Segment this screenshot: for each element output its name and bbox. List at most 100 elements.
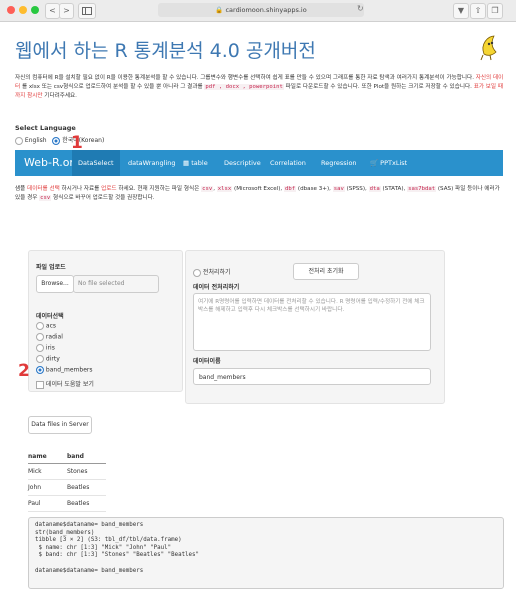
- language-label: Select Language: [15, 124, 76, 132]
- close-window-button[interactable]: [7, 6, 15, 14]
- table-cell: Mick: [28, 463, 67, 480]
- address-bar[interactable]: 🔒 cardiomoon.shinyapps.io: [158, 3, 364, 17]
- browse-button[interactable]: Browse...: [36, 275, 74, 293]
- tab-table[interactable]: ▦ table: [183, 150, 208, 176]
- note-text: 샘플: [15, 186, 26, 192]
- reload-icon[interactable]: ↻: [357, 4, 364, 13]
- data-help-label: 데이터 도움말 보기: [45, 381, 94, 388]
- share-icon[interactable]: ⇧: [470, 3, 486, 19]
- radio-icon[interactable]: [36, 344, 44, 352]
- table-row: John Beatles: [28, 479, 106, 496]
- forward-button[interactable]: >: [59, 3, 74, 19]
- zoom-window-button[interactable]: [31, 6, 39, 14]
- tab-pptxlist[interactable]: 🛒 PPTxList: [370, 150, 407, 176]
- table-cell: Paul: [28, 495, 67, 512]
- dataset-option-radial[interactable]: radial: [36, 333, 63, 341]
- table-cell: Stones: [67, 463, 106, 480]
- main-navbar: Web-R.org DataSelect dataWrangling ▦ tab…: [15, 150, 503, 176]
- url-text: cardiomoon.shinyapps.io: [225, 6, 307, 14]
- table-header: name: [28, 450, 67, 464]
- radio-icon[interactable]: [36, 333, 44, 341]
- note-text: (dbase 3+),: [297, 186, 331, 192]
- cart-icon: 🛒: [370, 159, 379, 167]
- note-highlight: 업로드: [101, 186, 117, 192]
- tab-dataselect[interactable]: DataSelect: [72, 150, 120, 176]
- radio-icon[interactable]: [36, 322, 44, 330]
- dataset-option-label: acs: [45, 322, 57, 330]
- note-text: 형식으로 바꾸어 업로드할 것을 권장합니다.: [53, 195, 155, 201]
- table-icon: ▦: [183, 159, 190, 167]
- tab-pptxlist-label: PPTxList: [380, 159, 408, 167]
- table-header: band: [67, 450, 106, 464]
- download-icon[interactable]: ▼: [453, 3, 469, 19]
- dataset-option-band-members[interactable]: band_members: [36, 366, 93, 374]
- note-text: 하시거나 자료를: [61, 186, 100, 192]
- intro-part: 기다려주세요.: [44, 93, 77, 99]
- page-title: 웹에서 하는 R 통계분석 4.0 공개버전: [15, 40, 316, 62]
- dataset-option-label: iris: [45, 344, 55, 352]
- dataset-option-label: band_members: [45, 366, 93, 374]
- tab-regression[interactable]: Regression: [321, 150, 357, 176]
- table-row: Mick Stones: [28, 463, 106, 480]
- data-table: name band Mick Stones John Beatles Paul …: [28, 450, 106, 512]
- table-cell: Beatles: [67, 495, 106, 512]
- data-files-button[interactable]: Data files in Server: [28, 416, 92, 434]
- dataset-option-dirty[interactable]: dirty: [36, 355, 60, 363]
- table-header-row: name band: [28, 450, 106, 464]
- preprocess-label: 데이터 전처리하기: [193, 284, 240, 291]
- checkbox-icon[interactable]: [193, 268, 201, 277]
- dataname-label: 데이터이름: [193, 358, 221, 365]
- preprocess-checkbox-label: 전처리하기: [202, 269, 231, 276]
- dataset-label: 데이터선택: [36, 313, 64, 320]
- language-radio-english[interactable]: [15, 136, 23, 145]
- intro-text: 자신의 컴퓨터에 R을 설치할 필요 없이 R을 이용한 통계분석을 할 수 있…: [15, 74, 505, 101]
- dataset-option-iris[interactable]: iris: [36, 344, 55, 352]
- format-code: csv: [39, 195, 52, 201]
- tabs-icon[interactable]: ❐: [487, 3, 503, 19]
- language-radio-korean[interactable]: [52, 136, 61, 145]
- dataset-option-acs[interactable]: acs: [36, 322, 56, 330]
- note-text: (STATA),: [382, 186, 406, 192]
- note-text: (Microsoft Excel),: [234, 186, 283, 192]
- tab-correlation[interactable]: Correlation: [270, 150, 306, 176]
- dataname-input[interactable]: band_members: [193, 368, 431, 385]
- format-code: csv: [201, 186, 214, 192]
- tab-table-label: table: [191, 159, 208, 167]
- file-name-field: No file selected: [73, 275, 159, 293]
- minimize-window-button[interactable]: [19, 6, 27, 14]
- radio-icon[interactable]: [36, 366, 44, 374]
- preprocess-textarea[interactable]: 여기에 R명령어를 입력하면 데이터를 전처리할 수 있습니다. R 명령어를 …: [193, 293, 431, 351]
- checkbox-icon[interactable]: [36, 380, 44, 389]
- note-text: (SPSS),: [346, 186, 367, 192]
- preprocess-checkbox[interactable]: 전처리하기: [193, 267, 231, 277]
- upload-note: 샘플 데이터를 선택 하시거나 자료를 업로드 하세요. 현재 지원하는 파일 …: [15, 186, 500, 201]
- tab-datawrangling[interactable]: dataWrangling: [128, 150, 176, 176]
- browser-titlebar: < > 🔒 cardiomoon.shinyapps.io ↻ ▼ ⇧ ❐: [0, 0, 516, 22]
- intro-part: 자신의 컴퓨터에 R을 설치할 필요 없이 R을 이용한 통계분석을 할 수 있…: [15, 75, 474, 81]
- intro-formats: pdf , docx , powerpoint: [204, 84, 284, 90]
- intro-part: 를 xlsx 또는 csv형식으로 업로드하여 분석을 할 수 있을 뿐 아니라…: [21, 84, 203, 90]
- lock-icon: 🔒: [215, 6, 224, 14]
- annotation-1: 1: [71, 133, 83, 153]
- format-code: dta: [368, 186, 381, 192]
- intro-part: 파일로 다운로드할 수 있습니다. 또한 Plot을 원하는 크기로 저장할 수…: [285, 84, 472, 90]
- data-help-checkbox[interactable]: 데이터 도움말 보기: [36, 379, 94, 389]
- format-code: dbf: [284, 186, 297, 192]
- annotation-2: 2: [18, 361, 30, 381]
- language-option-label: English: [24, 137, 47, 144]
- sidebar-toggle-icon[interactable]: [78, 3, 96, 19]
- upload-label: 파일 업로드: [36, 264, 66, 271]
- format-code: xlsx: [216, 186, 233, 192]
- table-cell: John: [28, 479, 67, 496]
- code-output: dataname$dataname= band_members str(band…: [28, 517, 504, 589]
- tab-descriptive[interactable]: Descriptive: [224, 150, 261, 176]
- dataset-option-label: radial: [45, 333, 63, 341]
- format-code: sav: [332, 186, 345, 192]
- back-button[interactable]: <: [45, 3, 60, 19]
- table-cell: Beatles: [67, 479, 106, 496]
- note-text: 하세요. 현재 지원하는 파일 형식은: [118, 186, 200, 192]
- banana-mascot-icon: [480, 35, 497, 61]
- language-options: English 한국어(Korean): [15, 135, 104, 145]
- radio-icon[interactable]: [36, 355, 44, 363]
- preprocess-reset-button[interactable]: 전처리 초기화: [293, 263, 359, 280]
